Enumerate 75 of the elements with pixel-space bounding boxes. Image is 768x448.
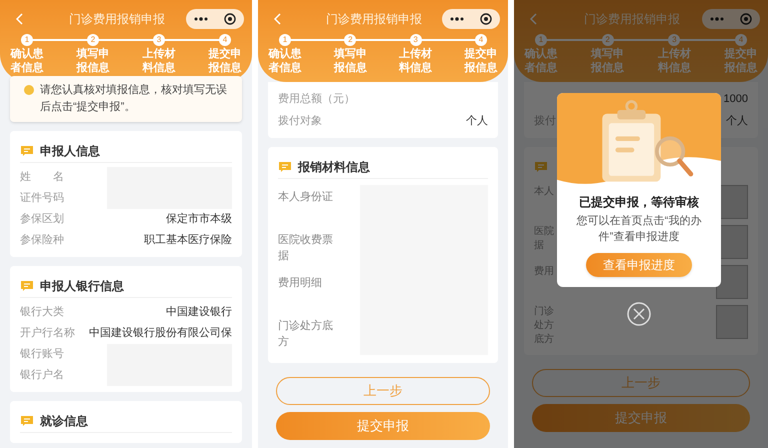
section-title: 报销材料信息 bbox=[298, 158, 370, 176]
section-title: 申报人银行信息 bbox=[40, 278, 124, 294]
previous-step-button[interactable]: 上一步 bbox=[532, 369, 750, 397]
more-icon[interactable] bbox=[450, 17, 464, 21]
material-label: 医院收费票据 bbox=[278, 233, 334, 264]
submit-button[interactable]: 提交申报 bbox=[532, 404, 750, 432]
dialog-message: 您可以在首页点击“我的办件”查看申报进度 bbox=[576, 214, 702, 245]
step-number: 2 bbox=[344, 34, 356, 46]
field-label: 银行户名 bbox=[20, 368, 64, 384]
step-label: 确认患者信息 bbox=[523, 47, 558, 75]
previous-step-button[interactable]: 上一步 bbox=[276, 377, 490, 405]
section-title: 申报人信息 bbox=[40, 142, 100, 160]
step-label: 填写申报信息 bbox=[75, 47, 110, 75]
message-icon bbox=[20, 280, 34, 292]
step-number: 4 bbox=[219, 34, 231, 46]
field-label: 开户行名称 bbox=[20, 326, 75, 342]
page-title: 门诊费用报销申报 bbox=[584, 11, 680, 28]
step-label: 提交申报信息 bbox=[463, 47, 498, 75]
field-value: 保定市市本级 bbox=[166, 212, 232, 228]
step-label: 填写申报信息 bbox=[590, 47, 626, 75]
step-number: 1 bbox=[535, 34, 547, 46]
step-label: 提交申报信息 bbox=[207, 47, 242, 75]
message-icon bbox=[534, 161, 548, 173]
field-value: 个人 bbox=[466, 114, 488, 129]
field-value: 中国建设银行股份有限公司保 bbox=[89, 326, 232, 342]
field-label: 参保区划 bbox=[20, 212, 64, 228]
page-title: 门诊费用报销申报 bbox=[69, 11, 165, 28]
document-thumbnail bbox=[716, 265, 748, 299]
submit-button[interactable]: 提交申报 bbox=[276, 412, 490, 440]
step-label: 确认患者信息 bbox=[9, 47, 44, 75]
close-target-icon[interactable] bbox=[480, 13, 492, 25]
step-number: 4 bbox=[474, 34, 487, 46]
dialog-title: 已提交申报，等待审核 bbox=[579, 194, 699, 211]
material-label: 费用明细 bbox=[278, 276, 323, 291]
back-icon[interactable] bbox=[274, 13, 282, 25]
step-label: 确认患者信息 bbox=[267, 47, 302, 75]
step-number: 1 bbox=[279, 34, 291, 46]
document-thumbnail bbox=[716, 305, 748, 339]
back-icon[interactable] bbox=[16, 13, 24, 25]
more-icon[interactable] bbox=[194, 17, 208, 21]
field-value: 1000 bbox=[724, 92, 748, 107]
material-label: 门诊处方底方 bbox=[278, 318, 334, 350]
close-target-icon[interactable] bbox=[224, 13, 236, 25]
step-number: 2 bbox=[87, 34, 99, 46]
field-label: 参保险种 bbox=[20, 233, 64, 248]
message-icon bbox=[278, 160, 292, 172]
message-icon bbox=[20, 144, 34, 156]
field-label: 拨付对象 bbox=[278, 114, 322, 129]
step-label: 填写申报信息 bbox=[332, 47, 368, 75]
step-label: 提交申报信息 bbox=[723, 47, 758, 75]
step-number: 1 bbox=[21, 34, 33, 46]
page-title: 门诊费用报销申报 bbox=[326, 11, 422, 28]
field-value: 职工基本医疗保险 bbox=[144, 233, 232, 248]
field-label: 证件号码 bbox=[20, 191, 64, 206]
notice-text: 请您认真核对填报信息，核对填写无误后点击“提交申报”。 bbox=[40, 83, 228, 115]
step-number: 4 bbox=[734, 34, 747, 46]
view-progress-button[interactable]: 查看申报进度 bbox=[586, 253, 692, 277]
field-value: 中国建设银行 bbox=[166, 305, 232, 320]
material-label: 本人身份证 bbox=[278, 190, 334, 205]
field-label: 银行账号 bbox=[20, 347, 64, 362]
step-label: 上传材料信息 bbox=[141, 47, 176, 75]
step-number: 3 bbox=[668, 34, 680, 46]
section-title: 就诊信息 bbox=[40, 412, 88, 430]
step-label: 上传材料信息 bbox=[398, 47, 434, 75]
step-number: 3 bbox=[153, 34, 165, 46]
field-value: 个人 bbox=[726, 114, 748, 129]
step-label: 上传材料信息 bbox=[656, 47, 692, 75]
message-icon bbox=[20, 414, 34, 426]
field-label: 姓 名 bbox=[20, 170, 64, 186]
field-label: 费用总额（元） bbox=[278, 92, 355, 107]
step-number: 3 bbox=[410, 34, 422, 46]
close-icon[interactable] bbox=[627, 302, 651, 326]
field-label: 银行大类 bbox=[20, 305, 64, 320]
step-number: 2 bbox=[602, 34, 614, 46]
info-icon bbox=[24, 85, 34, 95]
